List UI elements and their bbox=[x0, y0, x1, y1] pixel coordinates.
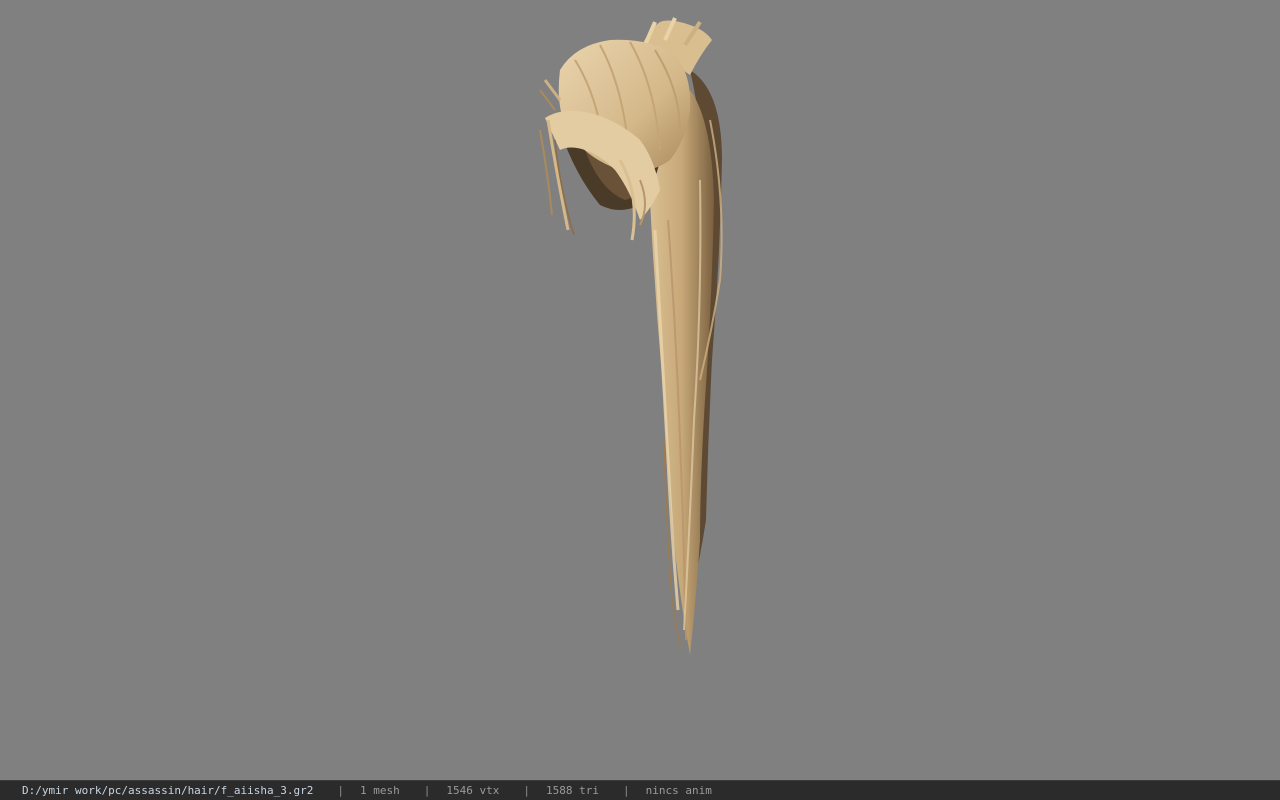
status-separator: | bbox=[337, 784, 345, 797]
tail-main bbox=[650, 90, 714, 655]
status-separator: | bbox=[623, 784, 630, 797]
file-path: D:/ymir work/pc/assassin/hair/f_aiisha_3… bbox=[22, 784, 314, 797]
3d-viewport[interactable] bbox=[0, 0, 1280, 780]
status-separator: | bbox=[523, 784, 531, 797]
vertex-count: 1546 vtx bbox=[446, 784, 500, 797]
mesh-count: 1 mesh bbox=[360, 784, 400, 797]
triangle-count: 1588 tri bbox=[546, 784, 599, 797]
hair-model-render bbox=[539, 17, 723, 655]
animation-status: nincs anim bbox=[645, 784, 712, 797]
status-separator: | bbox=[423, 784, 431, 797]
status-bar: D:/ymir work/pc/assassin/hair/f_aiisha_3… bbox=[0, 780, 1280, 800]
